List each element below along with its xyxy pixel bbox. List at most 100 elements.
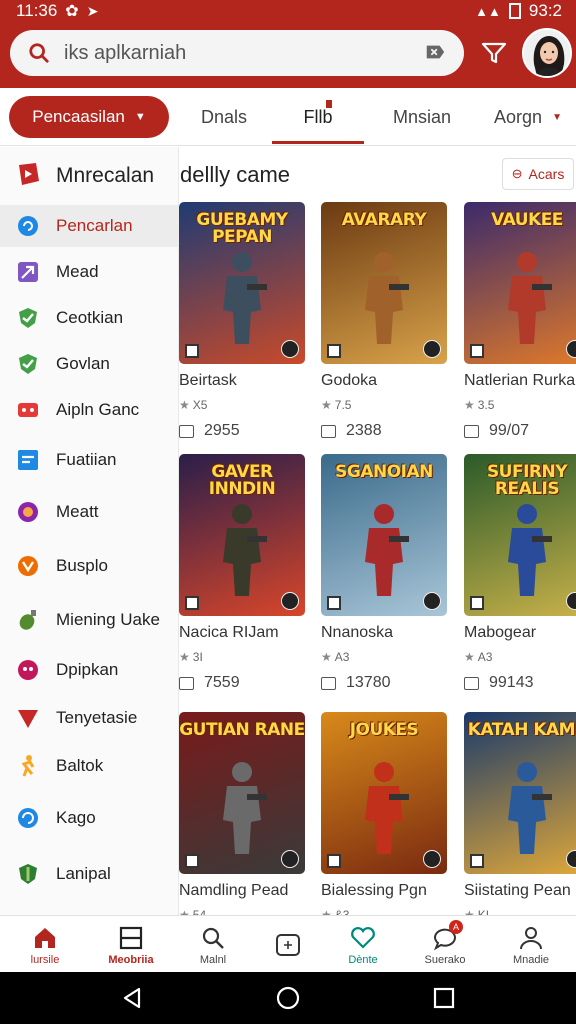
sidebar-item[interactable]: Busplo: [0, 545, 179, 587]
count-value: 2955: [204, 422, 240, 439]
nav-item[interactable]: Meobriia: [90, 916, 172, 973]
character-art: [508, 504, 552, 596]
storage-icon: [464, 424, 479, 438]
arrow-icon: [14, 258, 42, 286]
game-art-title: SUFIRNY REALIS: [486, 462, 568, 499]
back-icon[interactable]: [118, 984, 146, 1012]
game-thumbnail[interactable]: JOUKES: [321, 712, 447, 874]
game-rating: ★ 3I: [179, 650, 203, 664]
avatar[interactable]: [522, 28, 572, 78]
acars-label: Acars: [528, 166, 565, 182]
game-art-title: KATAH KAME: [467, 720, 576, 740]
tab-mnsian[interactable]: Mnsian: [380, 88, 464, 146]
nav-item[interactable]: A Suerako: [404, 916, 486, 973]
age-rating-icon: [470, 854, 484, 868]
sidebar-item[interactable]: Miening Uake: [0, 599, 179, 641]
game-name: Beirtask: [179, 372, 237, 389]
sidebar-item-label: Miening Uake: [56, 610, 160, 629]
character-art: [223, 252, 267, 344]
game-thumbnail[interactable]: SUFIRNY REALIS: [464, 454, 576, 616]
download-icon: [566, 340, 576, 358]
gamepad-icon: [14, 396, 42, 424]
home-icon: [31, 924, 59, 952]
age-rating-icon: [327, 596, 341, 610]
sidebar-item[interactable]: Fuatiian: [0, 439, 179, 481]
game-art-title: GUTIAN RANE: [179, 720, 305, 740]
sidebar-item-label: Baltok: [56, 756, 104, 775]
compass-icon: [14, 212, 42, 240]
home-button-icon[interactable]: [274, 984, 302, 1012]
game-thumbnail[interactable]: SGANOIAN: [321, 454, 447, 616]
chevron-down-icon: ▼: [134, 111, 146, 123]
game-art-title: VAUKEE: [491, 210, 563, 230]
sidebar-item[interactable]: Kago: [0, 797, 179, 839]
sidebar-item-label: Aipln Ganc: [56, 400, 140, 419]
game-name: Natlerian Rurka: [464, 372, 576, 389]
tab-label: Mnsian: [392, 106, 452, 127]
game-thumbnail[interactable]: KATAH KAME: [464, 712, 576, 874]
game-art-title: AVARARY: [341, 210, 427, 230]
sidebar-item-label: Kago: [56, 808, 96, 827]
tab-fllb[interactable]: Fllb: [272, 88, 364, 146]
logo-icon: [16, 161, 42, 192]
game-name: Siistating Pean: [464, 882, 571, 899]
nav-item-label: Suerako: [424, 953, 466, 966]
star-icon: ★: [321, 398, 332, 412]
tab-label: Fllb: [303, 106, 333, 127]
nav-item-label: Mnadie: [512, 953, 550, 966]
sidebar-item[interactable]: Tenyetasie: [0, 697, 179, 739]
tab-label: Aorgn: [494, 106, 543, 127]
tab-label: Dnals: [200, 106, 248, 127]
game-thumbnail[interactable]: VAUKEE: [464, 202, 576, 364]
age-rating-icon: [185, 344, 199, 358]
sidebar-item[interactable]: Baltok: [0, 745, 179, 787]
sidebar-item[interactable]: Mead: [0, 251, 179, 293]
game-thumbnail[interactable]: GUTIAN RANE: [179, 712, 305, 874]
character-art: [365, 504, 409, 596]
sidebar-item[interactable]: Dpipkan: [0, 649, 179, 691]
clear-icon[interactable]: [424, 41, 448, 65]
nav-item[interactable]: Dènte: [322, 916, 404, 973]
game-thumbnail[interactable]: AVARARY: [321, 202, 447, 364]
nav-item[interactable]: lursile: [4, 916, 86, 973]
sidebar-item-label: Pencarlan: [56, 216, 133, 235]
sidebar-item-label: Fuatiian: [56, 450, 117, 469]
filter-icon[interactable]: [478, 38, 510, 68]
sidebar-item-label: Ceotkian: [56, 308, 124, 327]
nav-item[interactable]: [247, 916, 329, 973]
acars-button[interactable]: ⊖ Acars: [502, 158, 574, 190]
game-download-count: 7559: [179, 674, 240, 692]
game-download-count: 99/07: [464, 422, 529, 440]
nav-item[interactable]: Mnadie: [490, 916, 572, 973]
recents-icon[interactable]: [430, 984, 458, 1012]
game-rating: ★ A3: [464, 650, 492, 664]
sidebar-item[interactable]: Aipln Ganc: [0, 389, 179, 431]
nav-item[interactable]: Malnl: [172, 916, 254, 973]
search-bar[interactable]: [10, 30, 464, 76]
age-rating-icon: [185, 596, 199, 610]
sidebar-item[interactable]: Govlan: [0, 343, 179, 385]
game-download-count: 13780: [321, 674, 391, 692]
game-name: Nacica RIJam: [179, 624, 279, 641]
age-rating-icon: [185, 854, 199, 868]
sidebar-item[interactable]: Meatt: [0, 491, 179, 533]
game-name: Mabogear: [464, 624, 537, 641]
tab-dnals[interactable]: Dnals: [180, 88, 268, 146]
sidebar-item[interactable]: Ceotkian: [0, 297, 179, 339]
game-thumbnail[interactable]: GUEBAMY PEPAN: [179, 202, 305, 364]
game-thumbnail[interactable]: GAVER INNDIN: [179, 454, 305, 616]
character-art: [223, 762, 267, 854]
character-art: [365, 762, 409, 854]
sidebar-item[interactable]: Pencarlan: [0, 205, 179, 247]
category-dropdown-button[interactable]: Pencaasilan ▼: [9, 96, 169, 138]
skull-icon: [14, 656, 42, 684]
game-name: Bialessing Pgn: [321, 882, 427, 899]
storage-icon: [179, 424, 194, 438]
star-icon: ★: [321, 650, 332, 664]
tab-aorgn[interactable]: Aorgn ▼: [480, 88, 576, 146]
sidebar-item[interactable]: Lanipal: [0, 853, 179, 895]
new-indicator-icon: [326, 100, 332, 108]
search-input[interactable]: [64, 41, 412, 65]
star-icon: ★: [179, 650, 190, 664]
rating-value: A3: [334, 650, 350, 664]
